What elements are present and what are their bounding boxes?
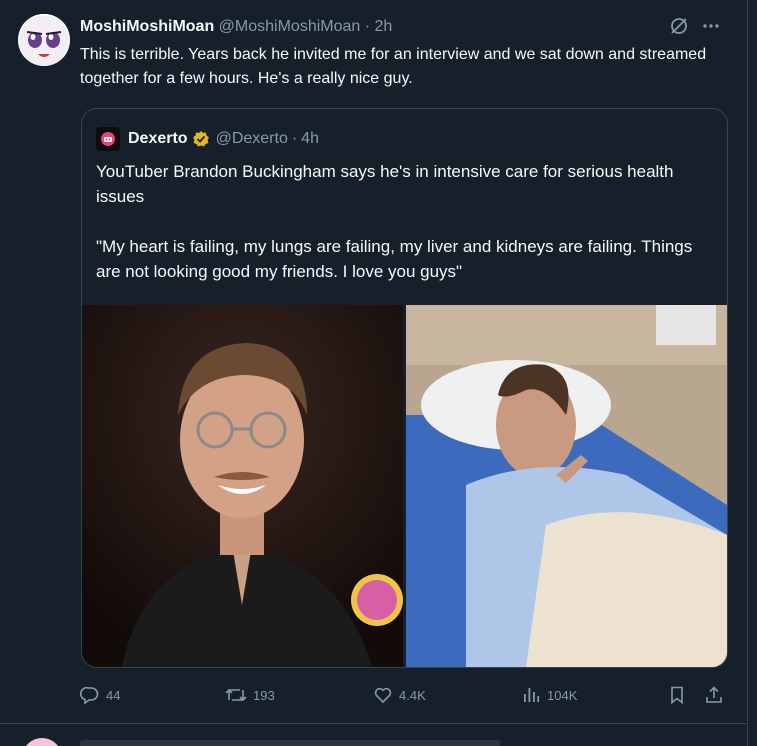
quote-timestamp[interactable]: 4h <box>301 128 319 150</box>
separator-dot: · <box>291 130 298 147</box>
reply-count: 44 <box>106 687 121 703</box>
share-icon <box>704 685 724 705</box>
like-count: 4.4K <box>399 687 426 703</box>
quote-text: YouTuber Brandon Buckingham says he's in… <box>96 159 716 284</box>
reply-icon <box>80 685 100 705</box>
quote-author-name[interactable]: Dexerto <box>128 128 188 150</box>
bookmark-icon <box>667 685 687 705</box>
tweet[interactable]: MoshiMoshiMoan @MoshiMoshiMoan · 2h This… <box>0 0 748 722</box>
views-icon <box>521 685 541 705</box>
repost-icon <box>225 685 247 705</box>
portrait-photo[interactable] <box>82 305 403 667</box>
tweet-text: This is terrible. Years back he invited … <box>80 46 707 87</box>
reply-button[interactable]: 44 <box>80 683 120 707</box>
quoted-tweet[interactable]: Dexerto @Dexerto · 4h YouTuber Brandon B… <box>81 108 728 668</box>
next-tweet-header-partial <box>80 740 500 746</box>
heart-icon <box>373 685 393 705</box>
share-button[interactable] <box>704 683 724 707</box>
timestamp[interactable]: 2h <box>375 18 393 35</box>
quote-avatar[interactable] <box>96 127 120 151</box>
author-name[interactable]: MoshiMoshiMoan <box>80 18 214 35</box>
repost-count: 193 <box>253 687 275 703</box>
grok-icon[interactable] <box>669 16 689 36</box>
quote-paragraph: "My heart is failing, my lungs are faili… <box>96 237 693 281</box>
top-actions <box>669 16 721 36</box>
bookmark-button[interactable] <box>667 683 687 707</box>
hospital-photo[interactable] <box>406 305 727 667</box>
quote-header: Dexerto @Dexerto · 4h <box>96 127 319 151</box>
more-icon[interactable] <box>701 16 721 36</box>
scrollbar[interactable] <box>748 0 757 745</box>
views-button[interactable]: 104K <box>521 683 577 707</box>
repost-button[interactable]: 193 <box>225 683 275 707</box>
verified-badge-icon <box>192 130 210 148</box>
separator-dot: · <box>364 18 371 35</box>
like-button[interactable]: 4.4K <box>373 683 426 707</box>
media-grid <box>82 305 727 667</box>
avatar[interactable] <box>18 14 70 66</box>
quote-paragraph: YouTuber Brandon Buckingham says he's in… <box>96 162 674 206</box>
next-tweet-preview[interactable] <box>0 723 748 746</box>
quote-author-handle[interactable]: @Dexerto <box>216 128 288 150</box>
tweet-header: MoshiMoshiMoan @MoshiMoshiMoan · 2h <box>80 16 392 38</box>
view-count: 104K <box>547 687 578 703</box>
author-handle[interactable]: @MoshiMoshiMoan <box>219 18 361 35</box>
action-bar: 44 193 4.4K 104K <box>80 683 730 707</box>
